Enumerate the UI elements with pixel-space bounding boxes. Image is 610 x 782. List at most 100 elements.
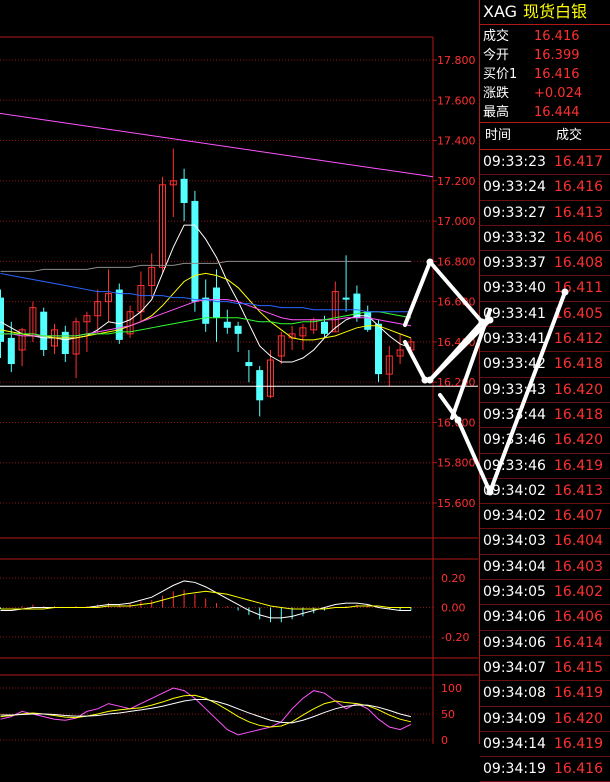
tick-row: 09:33:27 16.413	[480, 201, 610, 226]
y-tick-label: 15.800	[437, 457, 476, 470]
candle-body	[0, 297, 4, 342]
tick-time: 09:33:43	[483, 381, 546, 398]
tick-row: 09:34:04 16.403	[480, 555, 610, 581]
tick-time: 09:34:05	[483, 584, 546, 601]
tick-time: 09:33:41	[483, 331, 546, 348]
candle-body	[180, 178, 188, 203]
y-tick-label: 0.00	[441, 602, 466, 615]
tick-price: 16.413	[554, 482, 603, 499]
tick-time: 09:33:40	[483, 280, 546, 297]
ticks-header: 时间 成交	[480, 123, 610, 150]
tick-price: 16.420	[554, 710, 603, 727]
tick-price: 16.417	[554, 154, 603, 170]
tick-price: 16.411	[554, 280, 603, 297]
tick-price: 16.416	[554, 179, 603, 196]
tick-time: 09:33:23	[483, 154, 546, 170]
ticks-price-header: 成交	[556, 128, 583, 143]
candle-body	[40, 311, 48, 350]
quote-row: 成交 16.416	[480, 27, 610, 46]
tick-row: 09:34:02 16.407	[480, 504, 610, 530]
tick-row: 09:33:44 16.418	[480, 403, 610, 429]
quote-label: 涨跌	[483, 86, 510, 101]
tick-row: 09:33:41 16.412	[480, 327, 610, 353]
y-tick-label: 0.20	[441, 572, 466, 585]
tick-row: 09:33:46 16.419	[480, 454, 610, 479]
candle-body	[256, 370, 264, 401]
tick-row: 09:33:42 16.418	[480, 352, 610, 378]
tick-time: 09:34:02	[483, 508, 546, 525]
quote-label: 成交	[483, 29, 510, 44]
tick-time: 09:33:44	[483, 406, 546, 423]
tick-price: 16.403	[554, 558, 603, 575]
quote-value: 16.399	[534, 48, 580, 63]
y-tick-label: 100	[441, 682, 462, 695]
candle-body	[245, 362, 253, 367]
candle-body	[364, 311, 372, 330]
y-tick-label: 15.600	[437, 497, 476, 510]
candle-body	[213, 287, 220, 318]
tick-price: 16.408	[554, 255, 603, 272]
tick-price: 16.415	[554, 659, 603, 676]
candle-body	[223, 321, 231, 328]
tick-time: 09:34:06	[483, 609, 546, 626]
tick-time: 09:33:27	[483, 204, 546, 221]
y-tick-label: 16.200	[437, 376, 476, 389]
tick-list[interactable]: 09:33:23 16.417 09:33:24 16.416 09:33:27 16.4…	[480, 150, 610, 782]
y-tick-label: 0	[441, 734, 448, 744]
tick-price: 16.416	[554, 761, 603, 778]
chart-area[interactable]: 17.800 17.600 17.400 17.200 17.000 16.800 16.6…	[0, 0, 478, 747]
tick-price: 16.419	[554, 457, 603, 474]
tick-row: 09:34:06 16.414	[480, 631, 610, 656]
quote-row: 今开 16.399	[480, 46, 610, 65]
tick-row: 09:34:06 16.406	[480, 605, 610, 631]
quote-row: 涨跌 +0.024	[480, 84, 610, 103]
candle-body	[342, 297, 350, 300]
tick-row: 09:33:41 16.405	[480, 302, 610, 328]
y-tick-label: 17.000	[437, 215, 476, 228]
y-tick-label: 17.400	[437, 135, 476, 148]
quote-row: 最高 16.444	[480, 103, 610, 122]
tick-price: 16.407	[554, 508, 603, 525]
tick-row: 09:34:02 16.413	[480, 479, 610, 505]
tick-time: 09:34:03	[483, 533, 546, 550]
tick-time: 09:33:24	[483, 179, 546, 196]
y-tick-label: 16.000	[437, 416, 476, 429]
tick-row: 09:34:14 16.419	[480, 732, 610, 758]
tick-price: 16.418	[554, 356, 603, 373]
tick-row: 09:34:03 16.404	[480, 529, 610, 555]
tick-row: 09:34:07 16.415	[480, 656, 610, 682]
tick-price: 16.404	[554, 533, 603, 550]
tick-time: 09:34:02	[483, 482, 546, 499]
tick-time: 09:34:09	[483, 710, 546, 727]
quote-value: +0.024	[534, 86, 583, 101]
tick-price: 16.418	[554, 406, 603, 423]
ticks-time-header: 时间	[485, 128, 512, 143]
candle-body	[375, 323, 382, 375]
candle-body	[61, 331, 69, 354]
symbol-code: XAG	[483, 2, 518, 21]
tick-row: 09:33:43 16.420	[480, 378, 610, 403]
tick-row: 09:34:09 16.420	[480, 707, 610, 732]
y-tick-label: 17.200	[437, 175, 476, 188]
candle-body	[234, 325, 242, 334]
tick-time: 09:34:04	[483, 558, 546, 575]
tick-time: 09:33:42	[483, 356, 546, 373]
tick-time: 09:34:06	[483, 634, 546, 651]
tick-row: 09:33:40 16.411	[480, 276, 610, 302]
tick-price: 16.419	[554, 685, 603, 702]
tick-price: 16.402	[554, 584, 603, 601]
tick-row: 09:33:32 16.406	[480, 226, 610, 252]
tick-price: 16.406	[554, 609, 603, 626]
oscillator-line	[0, 687, 412, 736]
tick-row: 09:33:37 16.408	[480, 251, 610, 277]
oscillator-line	[0, 694, 412, 728]
kline-chart[interactable]: 17.800 17.600 17.400 17.200 17.000 16.800 16.6…	[0, 0, 478, 747]
symbol-name: 现货白银	[523, 2, 588, 21]
tick-row: 09:34:08 16.419	[480, 681, 610, 707]
tick-price: 16.406	[554, 229, 603, 246]
tick-time: 09:33:32	[483, 229, 546, 246]
tick-time: 09:33:37	[483, 255, 546, 272]
candle-body	[321, 321, 328, 334]
tick-price: 16.414	[554, 634, 603, 651]
y-tick-label: 17.800	[437, 54, 476, 67]
